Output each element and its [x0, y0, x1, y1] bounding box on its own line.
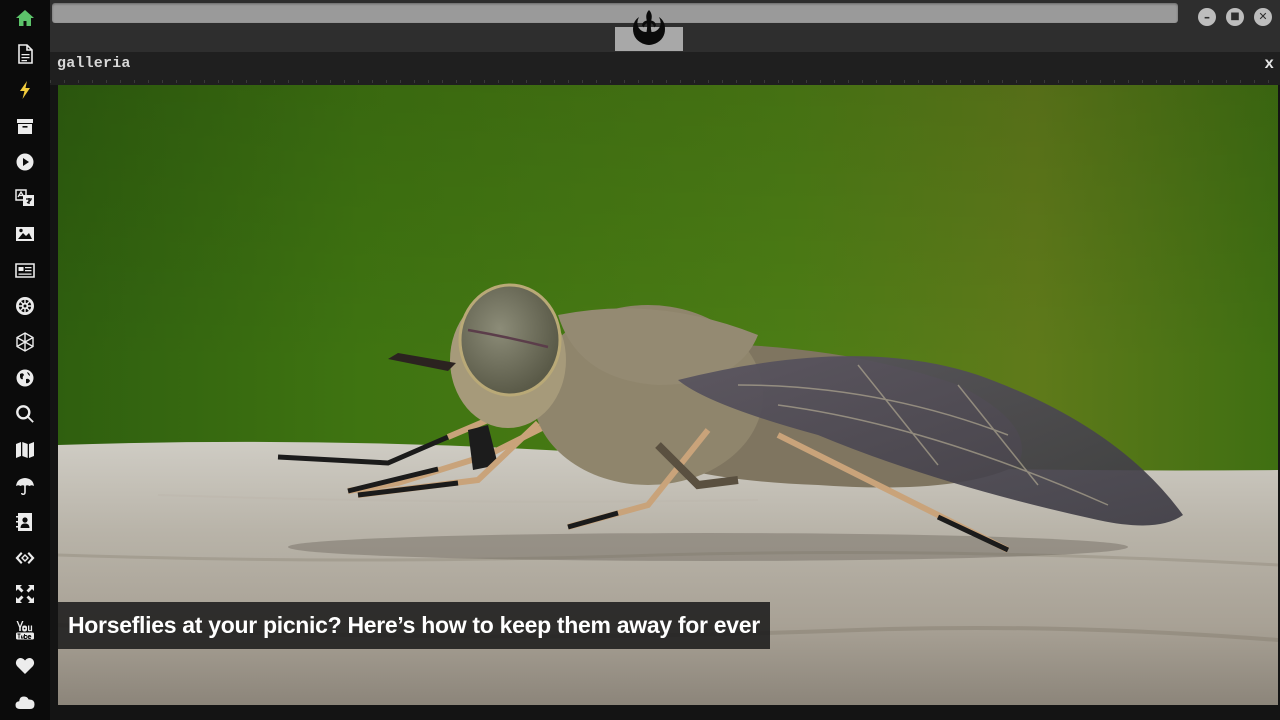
- address-bar[interactable]: [52, 3, 1178, 23]
- play-circle-icon[interactable]: [13, 150, 37, 174]
- umbrella-icon[interactable]: [13, 474, 37, 498]
- archive-icon[interactable]: [13, 114, 37, 138]
- contact-card-icon[interactable]: [13, 510, 37, 534]
- image-icon[interactable]: [13, 222, 37, 246]
- bolt-icon[interactable]: [13, 78, 37, 102]
- ruler: [50, 80, 1280, 83]
- panel-title: galleria: [57, 55, 131, 72]
- newspaper-icon[interactable]: [13, 258, 37, 282]
- document-icon[interactable]: [13, 42, 37, 66]
- heart-icon[interactable]: [13, 654, 37, 678]
- minimize-button[interactable]: –: [1198, 8, 1216, 26]
- rebel-alliance-icon: [633, 10, 665, 45]
- home-icon[interactable]: [13, 6, 37, 30]
- panel-header: galleria x: [50, 52, 1280, 85]
- close-window-button[interactable]: ✕: [1254, 8, 1272, 26]
- bottom-strip: [50, 705, 1280, 720]
- search-icon[interactable]: [13, 402, 37, 426]
- code-icon[interactable]: [13, 546, 37, 570]
- translate-icon[interactable]: [13, 186, 37, 210]
- panel-close-button[interactable]: x: [1264, 55, 1274, 73]
- maximize-button[interactable]: ■: [1226, 8, 1244, 26]
- cloud-icon[interactable]: [13, 690, 37, 714]
- image-caption: Horseflies at your picnic? Here’s how to…: [58, 602, 770, 649]
- galactic-empire-icon[interactable]: [13, 294, 37, 318]
- globe-icon[interactable]: [13, 366, 37, 390]
- top-bar: – ■ ✕: [50, 0, 1280, 52]
- expand-icon[interactable]: [13, 582, 37, 606]
- youtube-icon[interactable]: [13, 618, 37, 642]
- map-icon[interactable]: [13, 438, 37, 462]
- hexagon-net-icon[interactable]: [13, 330, 37, 354]
- sidebar: [0, 0, 50, 720]
